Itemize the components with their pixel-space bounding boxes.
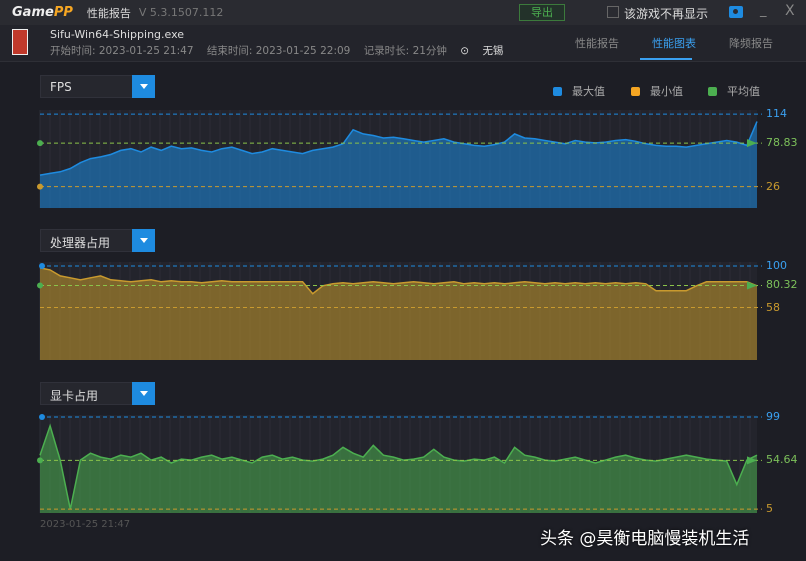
marker [39, 262, 45, 269]
chart-start-timestamp: 2023-01-25 21:47 [40, 519, 131, 530]
avg-marker [37, 282, 43, 289]
avg-marker [37, 457, 43, 464]
avg-value-label: 80.32 [766, 278, 798, 292]
watermark: 头条 @昊衡电脑慢装机生活 [540, 529, 750, 549]
max-value-label: 99 [766, 409, 780, 423]
charts-canvas [37, 110, 762, 513]
max-value-label: 114 [766, 107, 787, 121]
avg-marker [37, 140, 43, 147]
min-value-label: 5 [766, 502, 773, 516]
min-value-label: 26 [766, 179, 780, 193]
marker [39, 413, 45, 420]
avg-value-label: 78.83 [766, 136, 798, 150]
max-value-label: 100 [766, 258, 787, 272]
min-value-label: 58 [766, 300, 780, 314]
avg-value-label: 54.64 [766, 453, 798, 467]
marker [37, 183, 43, 190]
